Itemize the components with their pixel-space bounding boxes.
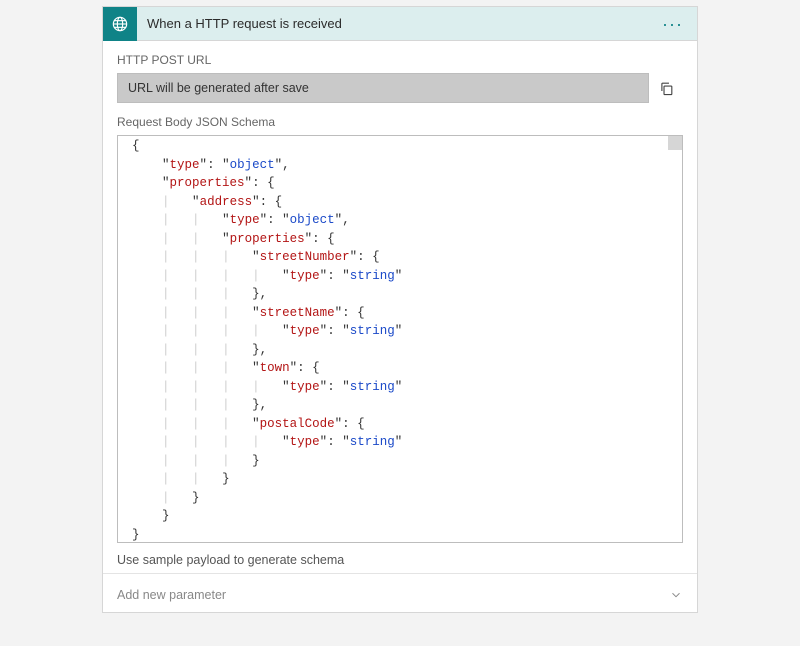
card-body: HTTP POST URL URL will be generated afte…	[103, 41, 697, 578]
card-header[interactable]: When a HTTP request is received ···	[103, 7, 697, 41]
add-parameter-dropdown[interactable]: Add new parameter	[103, 578, 697, 612]
add-parameter-label: Add new parameter	[117, 588, 669, 602]
url-label: HTTP POST URL	[117, 53, 683, 67]
json-schema-code: { "type": "object", "properties": { | "a…	[118, 136, 682, 543]
card-title: When a HTTP request is received	[137, 16, 656, 31]
schema-label: Request Body JSON Schema	[117, 115, 683, 129]
trigger-card: When a HTTP request is received ··· HTTP…	[102, 6, 698, 613]
http-trigger-icon	[103, 7, 137, 41]
json-schema-textarea[interactable]: { "type": "object", "properties": { | "a…	[117, 135, 683, 543]
http-post-url-field: URL will be generated after save	[117, 73, 649, 103]
use-sample-payload-link[interactable]: Use sample payload to generate schema	[117, 553, 683, 567]
scrollbar-stub[interactable]	[668, 136, 682, 150]
copy-icon	[658, 80, 675, 97]
copy-url-button[interactable]	[649, 73, 683, 103]
more-menu-button[interactable]: ···	[656, 19, 689, 29]
url-row: URL will be generated after save	[117, 73, 683, 103]
divider	[103, 573, 697, 574]
chevron-down-icon	[669, 588, 683, 602]
